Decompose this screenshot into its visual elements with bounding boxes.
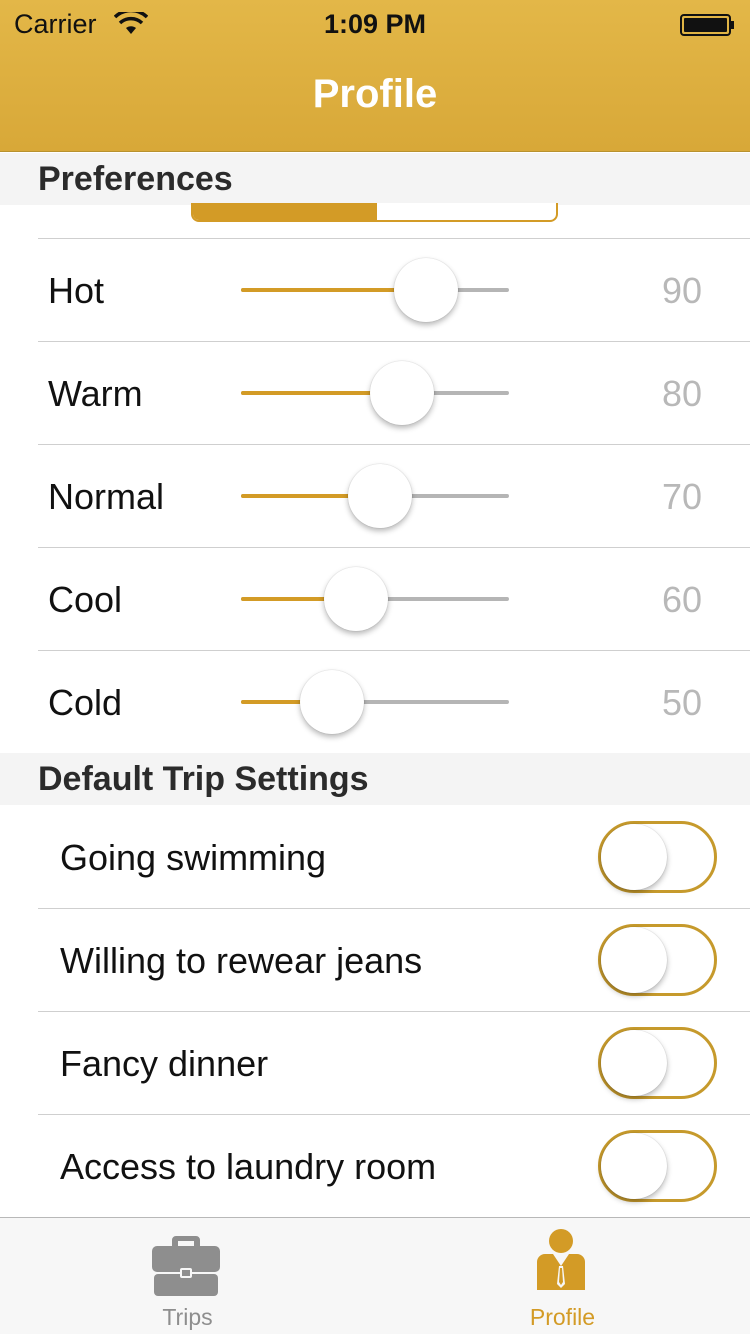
slider-thumb[interactable] [393, 258, 458, 322]
preference-row: Warm 80 [0, 341, 750, 444]
trip-setting-label: Willing to rewear jeans [60, 940, 423, 981]
preference-value: 60 [661, 579, 702, 620]
slider-thumb[interactable] [348, 464, 413, 528]
row-divider [38, 1114, 750, 1115]
navigation-bar: Carrier 1:09 PM Profile [0, 0, 750, 152]
preference-value: 90 [661, 270, 702, 311]
preferences-header: Preferences [0, 153, 750, 205]
toggle-switch[interactable] [598, 1130, 717, 1202]
trip-setting-row: Going swimming [0, 805, 750, 908]
status-bar: Carrier 1:09 PM [0, 0, 750, 50]
row-divider [38, 650, 750, 651]
trip-settings-header: Default Trip Settings [0, 753, 750, 805]
row-divider [38, 444, 750, 445]
preference-value: 50 [661, 682, 702, 723]
trip-setting-row: Fancy dinner [0, 1011, 750, 1114]
row-divider [38, 908, 750, 909]
segmented-control[interactable] [191, 203, 558, 222]
preferences-header-label: Preferences [38, 160, 233, 198]
trip-setting-label: Fancy dinner [60, 1043, 269, 1084]
tab-profile[interactable]: Profile [375, 1218, 750, 1334]
row-divider [38, 341, 750, 342]
preference-row: Cool 60 [0, 547, 750, 650]
toggle-knob [601, 927, 667, 993]
preference-row: Hot 90 [0, 238, 750, 341]
preference-label: Cool [48, 579, 123, 620]
trip-setting-label: Access to laundry room [60, 1146, 437, 1187]
preference-label: Hot [48, 270, 105, 311]
preference-value: 70 [661, 476, 702, 517]
toggle-switch[interactable] [598, 1027, 717, 1099]
page-title: Profile [312, 72, 438, 116]
toggle-knob [601, 1133, 667, 1199]
preference-row: Normal 70 [0, 444, 750, 547]
slider-track[interactable] [241, 700, 509, 704]
clock: 1:09 PM [323, 9, 427, 39]
toggle-switch[interactable] [598, 924, 717, 996]
toggle-knob [601, 824, 667, 890]
battery-icon [680, 14, 734, 36]
slider-thumb[interactable] [324, 567, 389, 631]
slider-thumb[interactable] [300, 670, 365, 734]
trip-settings-header-label: Default Trip Settings [38, 760, 369, 798]
tab-profile-label: Profile [529, 1304, 596, 1330]
row-divider [38, 238, 750, 239]
toggle-switch[interactable] [598, 821, 717, 893]
trip-setting-row: Access to laundry room [0, 1114, 750, 1217]
row-divider [38, 547, 750, 548]
trip-setting-label: Going swimming [60, 837, 327, 878]
toggle-knob [601, 1030, 667, 1096]
preference-label: Cold [48, 682, 123, 723]
tab-bar: Trips Profile [0, 1217, 750, 1334]
segment-selected[interactable] [193, 203, 377, 220]
preference-label: Warm [48, 373, 143, 414]
briefcase-icon [152, 1236, 220, 1296]
row-divider [38, 1011, 750, 1012]
slider-track[interactable] [241, 288, 509, 292]
preference-label: Normal [48, 476, 165, 517]
preference-row: Cold 50 [0, 650, 750, 753]
person-tie-icon [537, 1229, 585, 1290]
tab-trips-label: Trips [162, 1304, 213, 1330]
slider-thumb[interactable] [369, 361, 434, 425]
preference-value: 80 [661, 373, 702, 414]
tab-trips[interactable]: Trips [0, 1218, 375, 1334]
trip-setting-row: Willing to rewear jeans [0, 908, 750, 1011]
